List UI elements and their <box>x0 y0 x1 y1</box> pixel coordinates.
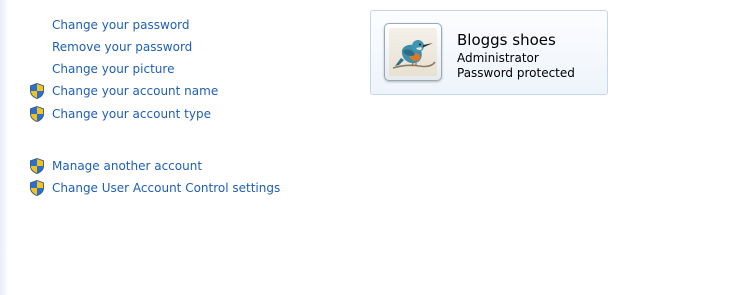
uac-shield-icon <box>30 158 44 174</box>
change-password-link[interactable]: Change your password <box>52 18 190 32</box>
uac-shield-icon <box>30 180 44 196</box>
password-status: Password protected <box>457 66 575 80</box>
task-row-change-account-name: Change your account name <box>28 82 218 100</box>
kingfisher-icon <box>392 40 436 69</box>
task-row-manage-another-account: Manage another account <box>28 157 202 175</box>
task-row-remove-password: Remove your password <box>28 38 192 56</box>
uac-shield-icon <box>30 106 44 122</box>
account-name: Bloggs shoes <box>457 31 556 49</box>
change-picture-link[interactable]: Change your picture <box>52 62 174 76</box>
task-row-change-uac-settings: Change User Account Control settings <box>28 179 280 197</box>
account-type: Administrator <box>457 51 539 65</box>
change-account-type-link[interactable]: Change your account type <box>52 107 211 121</box>
change-uac-settings-link[interactable]: Change User Account Control settings <box>52 181 280 195</box>
kingfisher-bird-picture <box>389 28 437 76</box>
change-account-name-link[interactable]: Change your account name <box>52 84 218 98</box>
window-left-edge <box>0 0 8 295</box>
account-card: Bloggs shoes Administrator Password prot… <box>370 10 608 95</box>
task-row-change-password: Change your password <box>28 16 190 34</box>
manage-another-account-link[interactable]: Manage another account <box>52 159 202 173</box>
task-row-change-picture: Change your picture <box>28 60 174 78</box>
task-row-change-account-type: Change your account type <box>28 105 211 123</box>
uac-shield-icon <box>30 83 44 99</box>
remove-password-link[interactable]: Remove your password <box>52 40 192 54</box>
avatar <box>384 23 442 81</box>
